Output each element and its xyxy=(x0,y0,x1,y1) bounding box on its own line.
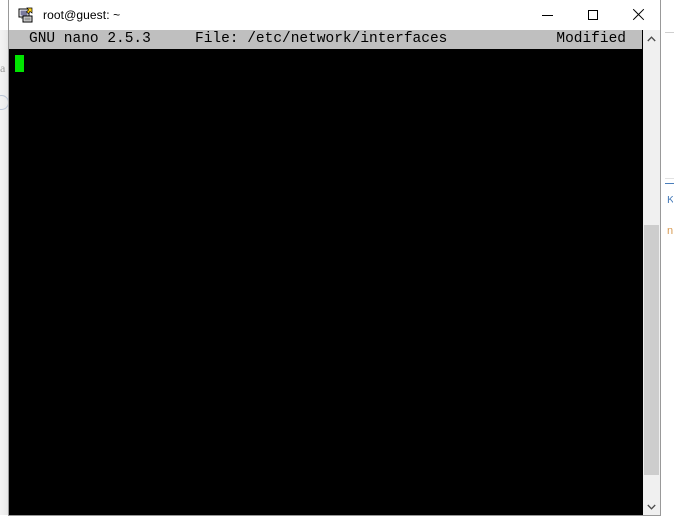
close-button[interactable] xyxy=(615,0,660,30)
nano-text-buffer[interactable] xyxy=(9,49,642,458)
maximize-button[interactable] xyxy=(570,0,615,30)
nano-editor[interactable]: GNU nano 2.5.3 File: /etc/network/interf… xyxy=(9,30,642,515)
scrollbar-thumb[interactable] xyxy=(644,225,659,475)
window-controls xyxy=(525,0,660,30)
terminal-scrollbar[interactable] xyxy=(642,30,660,515)
maximize-icon xyxy=(587,10,598,20)
background-mark-orange: n xyxy=(667,226,673,236)
background-divider-top xyxy=(665,32,674,33)
text-cursor xyxy=(15,55,24,72)
putty-terminal-icon xyxy=(18,7,35,24)
nano-header-bar: GNU nano 2.5.3 File: /etc/network/interf… xyxy=(9,30,642,49)
close-icon xyxy=(632,9,644,21)
scrollbar-down-arrow[interactable] xyxy=(643,498,660,515)
nano-version-label: GNU nano 2.5.3 xyxy=(29,31,151,47)
minimize-button[interactable] xyxy=(525,0,570,30)
scrollbar-up-arrow[interactable] xyxy=(643,30,660,47)
minimize-icon xyxy=(542,14,553,16)
background-divider-b xyxy=(665,183,674,184)
background-divider-a xyxy=(665,178,674,179)
nano-shortcut-bar: ^GGet Help ^OWrite Out ^WWhere Is ^KCut … xyxy=(9,477,642,515)
terminal-window: root@guest: ~ GNU nano 2.5.3 File: /etc/… xyxy=(8,0,661,516)
background-window-right-sliver xyxy=(665,0,674,520)
window-title-text: root@guest: ~ xyxy=(43,8,121,22)
background-text-fragment: a xyxy=(0,62,6,75)
desktop-background: a K n root@guest: ~ GNU nano 2.5.3 File:… xyxy=(0,0,674,520)
terminal-client-area: GNU nano 2.5.3 File: /etc/network/interf… xyxy=(9,30,660,515)
background-mark-blue: K xyxy=(667,196,673,205)
scrollbar-track[interactable] xyxy=(643,47,660,498)
window-titlebar[interactable]: root@guest: ~ xyxy=(9,0,660,31)
nano-modified-status: Modified xyxy=(556,31,626,47)
nano-filename-label: File: /etc/network/interfaces xyxy=(195,31,448,47)
